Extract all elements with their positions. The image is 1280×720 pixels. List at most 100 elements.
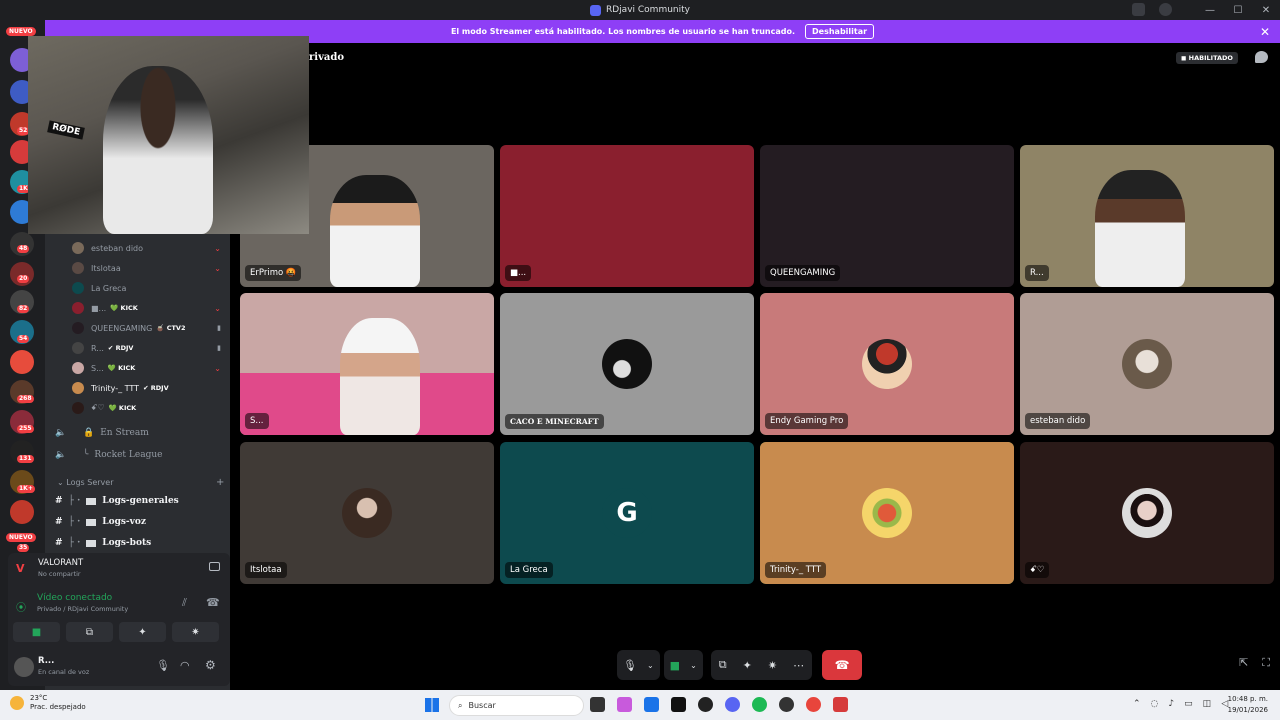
text-channel-logs-voz[interactable]: # ├ · Logs-voz <box>55 513 146 531</box>
capcut-icon[interactable] <box>671 697 686 712</box>
category-logs-server[interactable]: ⌄ Logs Server <box>57 478 113 487</box>
text-channel-logs-generales[interactable]: # ├ · Logs-generales <box>55 492 179 510</box>
taskbar-search[interactable]: ⌕ Buscar <box>449 695 584 716</box>
video-tile[interactable]: esteban dido <box>1020 293 1274 435</box>
microphone-icon[interactable]: 🎙 <box>623 659 637 672</box>
inbox-icon[interactable] <box>1132 3 1145 16</box>
voice-member[interactable]: Trinity-_ TTT ✔ RDJV <box>72 379 227 397</box>
participant-name: ■... <box>505 265 532 281</box>
camera-control[interactable]: ■ ⌄ <box>663 650 703 680</box>
text-channel-logs-bots[interactable]: # ├ · Logs-bots <box>55 534 151 552</box>
microphone-icon[interactable]: ♪ <box>1168 699 1174 709</box>
chevron-down-icon[interactable]: ⌄ <box>214 304 221 313</box>
participant-name: R... <box>1025 265 1049 281</box>
voice-member[interactable]: ꗃ♡ 💚 KICK <box>72 399 227 417</box>
soundboard-icon[interactable]: ✷ <box>768 659 777 672</box>
chat-icon[interactable] <box>1255 51 1268 63</box>
store-icon[interactable] <box>644 697 659 712</box>
streamer-mode-badge[interactable]: ◼ HABILITADO <box>1176 52 1238 64</box>
voice-location[interactable]: Privado / RDjavi Community <box>37 605 128 613</box>
disconnect-button[interactable]: ☎ <box>822 650 863 680</box>
valorant-icon[interactable] <box>833 697 848 712</box>
spotify-icon[interactable] <box>752 697 767 712</box>
obs-icon[interactable] <box>698 697 713 712</box>
temperature: 23°C <box>30 694 48 702</box>
tray-app-icon[interactable]: ◌ <box>1151 699 1159 709</box>
mic-control[interactable]: 🎙 ⌄ <box>617 650 660 680</box>
disconnect-icon[interactable]: ☎ <box>206 596 220 609</box>
discord-icon[interactable] <box>725 697 740 712</box>
server-icon[interactable] <box>10 500 34 524</box>
voice-channel-en-stream[interactable]: 🔈 🔒 En Stream <box>55 424 149 442</box>
voice-member[interactable]: esteban dido ⌄ <box>72 239 227 257</box>
more-icon[interactable]: ⋯ <box>793 659 804 672</box>
chevron-down-icon[interactable]: ⌄ <box>214 264 221 273</box>
maximize-button[interactable]: ☐ <box>1224 5 1252 16</box>
fullscreen-icon[interactable]: ⛶ <box>1262 656 1270 670</box>
chevron-up-icon[interactable]: ⌃ <box>1133 699 1141 709</box>
soundboard-button[interactable]: ✷ <box>172 622 219 642</box>
video-tile[interactable]: S... <box>240 293 494 435</box>
chevron-down-icon[interactable]: ⌄ <box>690 661 697 670</box>
camera-icon[interactable]: ■ <box>670 659 680 672</box>
voice-member[interactable]: Itslotaa ⌄ <box>72 259 227 277</box>
video-tile[interactable]: Itslotaa <box>240 442 494 584</box>
voice-status[interactable]: Vídeo conectado <box>37 593 112 603</box>
start-button[interactable] <box>425 698 439 712</box>
signal-icon[interactable]: ⦿ <box>16 599 26 614</box>
member-tag: 🧉 CTV2 <box>156 324 186 332</box>
microphone-icon[interactable]: 🎙 <box>156 659 170 672</box>
video-tile[interactable]: ■... <box>500 145 754 287</box>
screen-share-icon[interactable]: ⧉ <box>719 658 727 672</box>
user-name[interactable]: R... <box>38 656 54 666</box>
gear-icon[interactable]: ⚙ <box>205 658 216 672</box>
monitor-icon[interactable]: ▭ <box>1184 699 1193 709</box>
camera-button[interactable]: ■ <box>13 622 60 642</box>
voice-member[interactable]: QUEENGAMING 🧉 CTV2 ▮ <box>72 319 227 337</box>
voice-member[interactable]: La Greca <box>72 279 227 297</box>
card-icon <box>86 518 97 526</box>
copilot-icon[interactable] <box>617 697 632 712</box>
voice-member[interactable]: S... 💚 KICK ⌄ <box>72 359 227 377</box>
add-channel-icon[interactable]: + <box>216 477 224 488</box>
mention-badge: 20 <box>17 275 30 283</box>
video-tile[interactable]: CACO E MINECRAFT <box>500 293 754 435</box>
video-tile[interactable]: G La Greca <box>500 442 754 584</box>
network-icon[interactable]: ◫ <box>1203 699 1212 709</box>
noise-suppression-icon[interactable]: ⫽ <box>182 596 187 610</box>
stream-game-icon[interactable] <box>209 562 220 571</box>
app-icon[interactable] <box>779 697 794 712</box>
avatar <box>72 402 84 414</box>
task-view-icon[interactable] <box>590 697 605 712</box>
video-tile[interactable]: ꗃ♡ <box>1020 442 1274 584</box>
activities-icon[interactable]: ✦ <box>743 659 752 672</box>
close-icon[interactable]: ✕ <box>1260 25 1270 39</box>
mention-badge: 48 <box>17 245 30 253</box>
video-tile[interactable]: R... <box>1020 145 1274 287</box>
participant-name: CACO E MINECRAFT <box>505 414 604 429</box>
avatar[interactable] <box>14 657 34 677</box>
close-window-button[interactable]: ✕ <box>1252 5 1280 16</box>
activities-button[interactable]: ✦ <box>119 622 166 642</box>
channel-name: Logs-voz <box>102 517 147 527</box>
video-tile[interactable]: QUEENGAMING <box>760 145 1014 287</box>
chevron-down-icon[interactable]: ⌄ <box>214 364 221 373</box>
weather-widget[interactable]: 23°C Prac. despejado <box>10 694 86 712</box>
voice-member[interactable]: R... ✔ RDJV ▮ <box>72 339 227 357</box>
hang-up-icon: ☎ <box>834 658 850 672</box>
server-icon[interactable] <box>10 350 34 374</box>
clock[interactable]: 10:48 p. m. 19/01/2026 <box>1228 694 1268 716</box>
screen-share-button[interactable]: ⧉ <box>66 622 113 642</box>
disable-streamer-button[interactable]: Deshabilitar <box>805 24 875 39</box>
minimize-button[interactable]: — <box>1196 5 1224 16</box>
voice-member[interactable]: ■... 💚 KICK ⌄ <box>72 299 227 317</box>
chevron-down-icon[interactable]: ⌄ <box>647 661 654 670</box>
voice-channel-rocket-league[interactable]: 🔈 ╰ Rocket League <box>55 446 162 464</box>
chevron-down-icon[interactable]: ⌄ <box>214 244 221 253</box>
video-tile[interactable]: Endy Gaming Pro <box>760 293 1014 435</box>
headphones-icon[interactable]: ◠ <box>180 659 190 672</box>
help-icon[interactable] <box>1159 3 1172 16</box>
popout-icon[interactable]: ⇱ <box>1239 656 1248 670</box>
chrome-icon[interactable] <box>806 697 821 712</box>
video-tile[interactable]: Trinity-_ TTT <box>760 442 1014 584</box>
